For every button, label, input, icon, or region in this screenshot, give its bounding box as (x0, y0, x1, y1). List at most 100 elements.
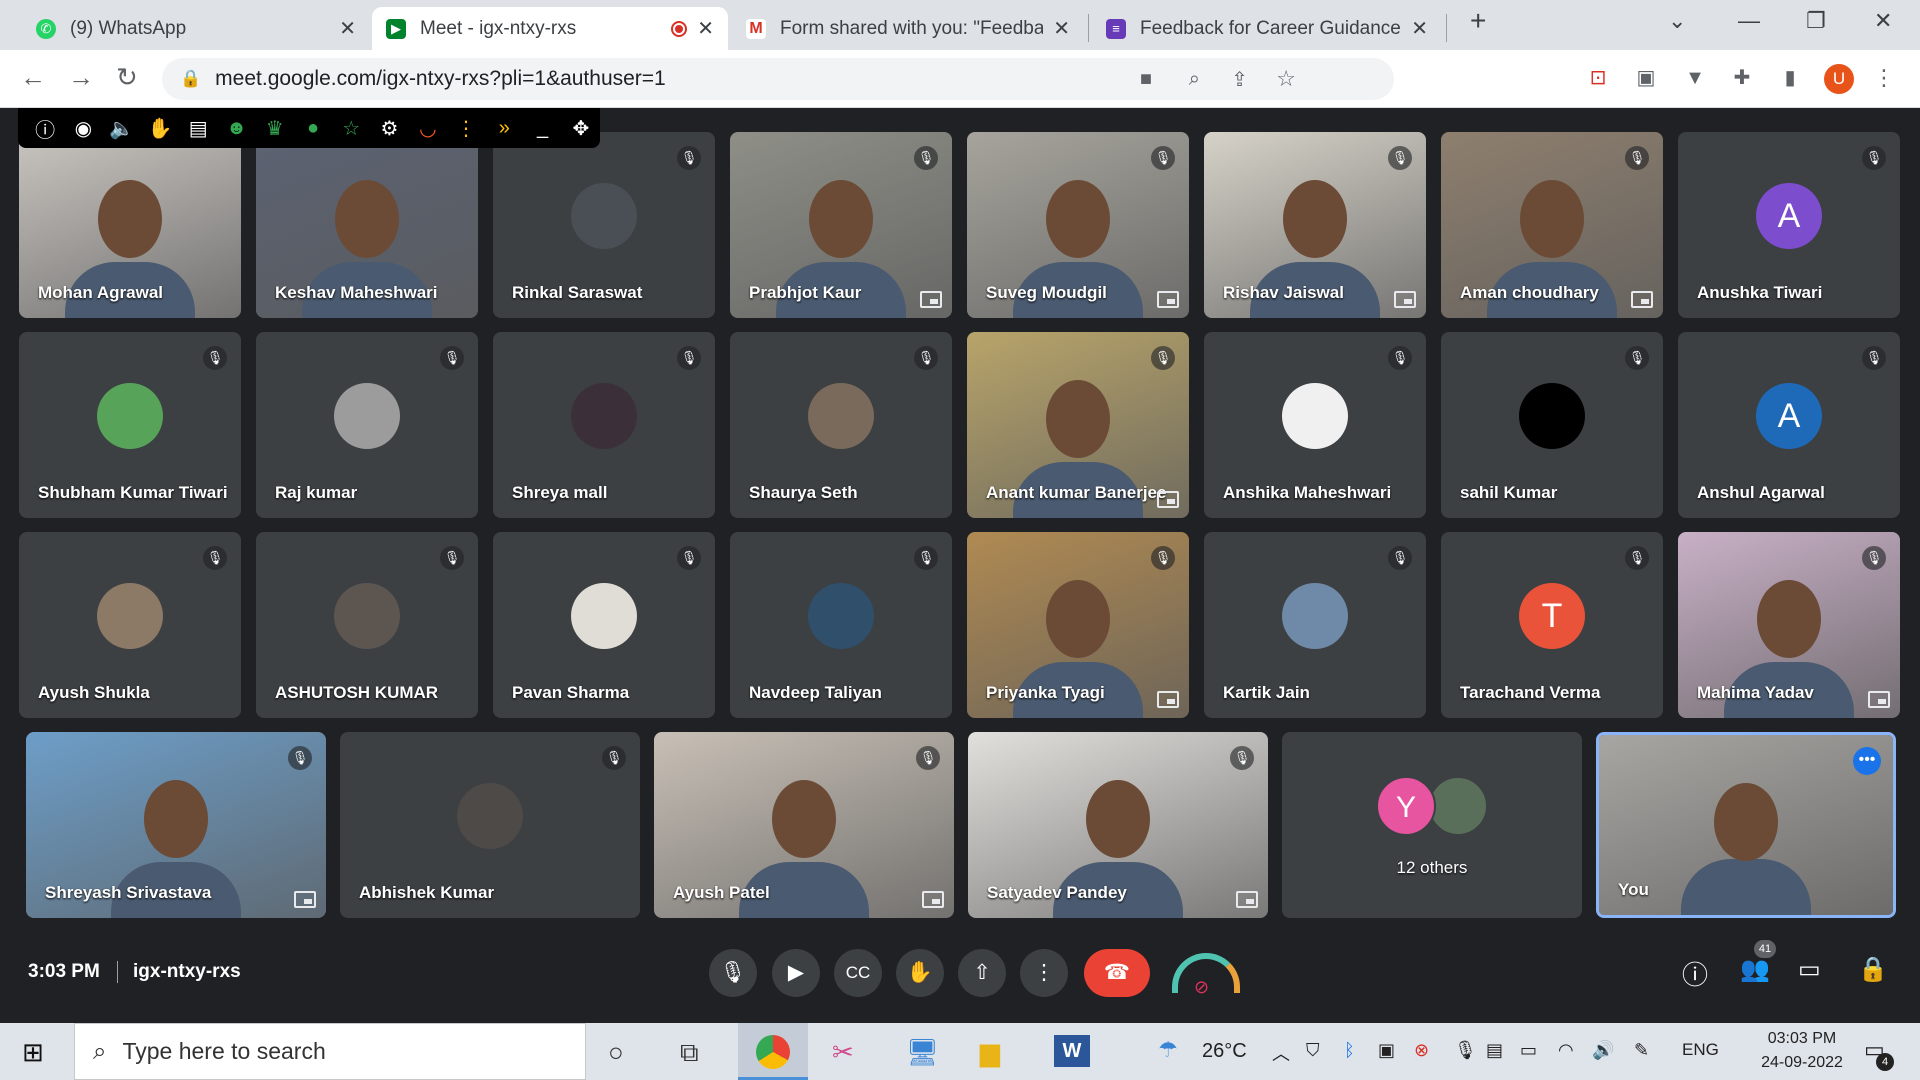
present-button[interactable]: ⇧ (958, 949, 1006, 997)
expand-icon[interactable]: » (485, 117, 523, 140)
participant-tile-anshika-maheshwari[interactable]: Anshika Maheshwari 🎙 (1204, 332, 1426, 518)
tab-gmail[interactable]: M Form shared with you: "Feedback ✕ (732, 7, 1084, 50)
pin-icon[interactable] (1157, 691, 1179, 708)
weather-icon[interactable]: ☂ (1158, 1037, 1178, 1063)
pin-icon[interactable] (1394, 291, 1416, 308)
participant-tile-rishav-jaiswal[interactable]: Rishav Jaiswal 🎙 (1204, 132, 1426, 318)
participant-tile-satyadev-pandey[interactable]: Satyadev Pandey 🎙 (968, 732, 1268, 918)
participant-tile-mohan-agrawal[interactable]: Mohan Agrawal (19, 132, 241, 318)
participant-tile-mahima-yadav[interactable]: Mahima Yadav 🎙 (1678, 532, 1900, 718)
volume-icon[interactable]: 🔊 (1592, 1040, 1614, 1061)
microphone-button[interactable]: 🎙 (709, 949, 757, 997)
minimize-icon[interactable]: — (1738, 8, 1760, 34)
participant-tile-suveg-moudgil[interactable]: Suveg Moudgil 🎙 (967, 132, 1189, 318)
raise-hand-button[interactable]: ✋ (896, 949, 944, 997)
chrome-taskbar-button[interactable] (738, 1023, 808, 1080)
captions-button[interactable]: CC (834, 949, 882, 997)
bluetooth-icon[interactable]: ᛒ (1344, 1040, 1355, 1061)
participant-tile-12-others[interactable]: Y 12 others (1282, 732, 1582, 918)
participant-tile-abhishek-kumar[interactable]: Abhishek Kumar 🎙 (340, 732, 640, 918)
more-vertical-icon[interactable]: ⋮ (447, 116, 485, 141)
participant-tile-anant-kumar-banerjee[interactable]: Anant kumar Banerjee 🎙 (967, 332, 1189, 518)
bookmark-star-icon[interactable]: ☆ (1276, 66, 1296, 92)
close-tab-icon[interactable]: ✕ (1411, 16, 1428, 41)
participant-tile-you[interactable]: You ••• (1596, 732, 1896, 918)
award-icon[interactable]: ♛ (256, 116, 294, 141)
camera-icon[interactable]: ■ (1140, 68, 1152, 91)
share-icon[interactable]: ⇪ (1231, 67, 1248, 92)
emoji-icon[interactable]: ☻ (217, 117, 255, 140)
speaker-icon[interactable]: 🔈 (103, 116, 141, 141)
pin-icon[interactable] (920, 291, 942, 308)
windows-start-icon[interactable]: ⊞ (22, 1037, 44, 1068)
tile-options-icon[interactable]: ••• (1853, 747, 1881, 775)
participant-tile-shreya-mall[interactable]: Shreya mall 🎙 (493, 332, 715, 518)
chat-icon[interactable]: ▭ (1798, 955, 1821, 984)
url-field[interactable]: 🔒 meet.google.com/igx-ntxy-rxs?pli=1&aut… (162, 58, 1394, 100)
participant-tile-rinkal-saraswat[interactable]: Rinkal Saraswat 🎙 (493, 132, 715, 318)
participant-tile-aman-choudhary[interactable]: Aman choudhary 🎙 (1441, 132, 1663, 318)
tab-forms[interactable]: ≡ Feedback for Career Guidance Ta ✕ (1092, 7, 1442, 50)
eye-icon[interactable]: ◉ (64, 116, 102, 141)
participant-tile-ayush-patel[interactable]: Ayush Patel 🎙 (654, 732, 954, 918)
word-icon[interactable]: W (1054, 1035, 1090, 1067)
side-panel-icon[interactable]: ▮ (1778, 66, 1802, 90)
spinner-icon[interactable]: ◡ (409, 116, 447, 141)
participant-tile-keshav-maheshwari[interactable]: Keshav Maheshwari (256, 132, 478, 318)
participant-tile-ayush-shukla[interactable]: Ayush Shukla 🎙 (19, 532, 241, 718)
shield-icon[interactable]: ⛉ (1306, 1040, 1320, 1061)
snipping-tool-icon[interactable]: ✂ (832, 1037, 854, 1068)
forward-icon[interactable]: → (68, 62, 94, 93)
people-icon[interactable]: 👥 (1740, 955, 1770, 984)
move-icon[interactable]: ✥ (562, 116, 600, 141)
clock[interactable]: 03:03 PM 24-09-2022 (1752, 1027, 1852, 1075)
close-tab-icon[interactable]: ✕ (339, 16, 356, 41)
tray-chevron-icon[interactable]: ︿ (1272, 1040, 1290, 1066)
info-icon[interactable]: ⓘ (1682, 955, 1708, 992)
computer-icon[interactable]: 🖥 (906, 1037, 939, 1068)
participant-tile-anshul-agarwal[interactable]: A Anshul Agarwal 🎙 (1678, 332, 1900, 518)
pin-icon[interactable] (1236, 891, 1258, 908)
new-tab-icon[interactable]: + (1470, 5, 1486, 37)
extension-icon[interactable]: ▼ (1683, 66, 1707, 90)
participant-tile-shubham-kumar-tiwari[interactable]: Shubham Kumar Tiwari 🎙 (19, 332, 241, 518)
zoom-icon[interactable]: ⌕ (1189, 68, 1200, 91)
participant-tile-shreyash-srivastava[interactable]: Shreyash Srivastava 🎙 (26, 732, 326, 918)
hand-icon[interactable]: ✋ (141, 116, 179, 141)
puzzle-icon[interactable]: ✚ (1730, 66, 1754, 90)
pin-icon[interactable] (294, 891, 316, 908)
camera-button[interactable]: ▶ (772, 949, 820, 997)
participant-tile-anushka-tiwari[interactable]: A Anushka Tiwari 🎙 (1678, 132, 1900, 318)
taskbar-search-box[interactable]: ⌕ Type here to search (74, 1023, 586, 1080)
minimize-icon[interactable]: _ (523, 117, 561, 140)
clipboard-icon[interactable]: ▤ (179, 116, 217, 141)
pin-icon[interactable] (1631, 291, 1653, 308)
pen-icon[interactable]: ✎ (1634, 1040, 1649, 1061)
profile-avatar[interactable]: U (1824, 64, 1854, 94)
tab-search-icon[interactable]: ⌄ (1668, 8, 1686, 34)
close-tab-icon[interactable]: ✕ (1053, 16, 1070, 41)
extension-icon[interactable]: ⊡ (1586, 66, 1610, 90)
battery-icon[interactable]: ▭ (1520, 1040, 1537, 1061)
info-icon[interactable]: ⓘ (26, 114, 64, 143)
participant-tile-navdeep-taliyan[interactable]: Navdeep Taliyan 🎙 (730, 532, 952, 718)
participant-tile-ashutosh-kumar[interactable]: ASHUTOSH KUMAR 🎙 (256, 532, 478, 718)
pin-icon[interactable] (1868, 691, 1890, 708)
wifi-icon[interactable]: ◠ (1558, 1040, 1574, 1061)
tab-meet[interactable]: ▶ Meet - igx-ntxy-rxs ✕ (372, 7, 728, 50)
tray-app-icon[interactable]: ▣ (1378, 1040, 1395, 1061)
chat-bubble-icon[interactable]: ● (294, 117, 332, 140)
participant-tile-shaurya-seth[interactable]: Shaurya Seth 🎙 (730, 332, 952, 518)
pin-icon[interactable] (922, 891, 944, 908)
file-explorer-icon[interactable]: ▆ (980, 1037, 1000, 1068)
tab-whatsapp[interactable]: ✆ (9) WhatsApp ✕ (22, 7, 370, 50)
reload-icon[interactable]: ↻ (116, 62, 138, 93)
restore-icon[interactable]: ❐ (1806, 8, 1826, 34)
close-window-icon[interactable]: ✕ (1874, 8, 1892, 34)
participant-tile-priyanka-tyagi[interactable]: Priyanka Tyagi 🎙 (967, 532, 1189, 718)
participant-tile-sahil-kumar[interactable]: sahil Kumar 🎙 (1441, 332, 1663, 518)
weather-text[interactable]: 26°C (1202, 1040, 1247, 1063)
settings-icon[interactable]: ⚙ (370, 116, 408, 141)
participant-tile-pavan-sharma[interactable]: Pavan Sharma 🎙 (493, 532, 715, 718)
camera-off-icon[interactable]: ⊗ (1414, 1040, 1429, 1061)
